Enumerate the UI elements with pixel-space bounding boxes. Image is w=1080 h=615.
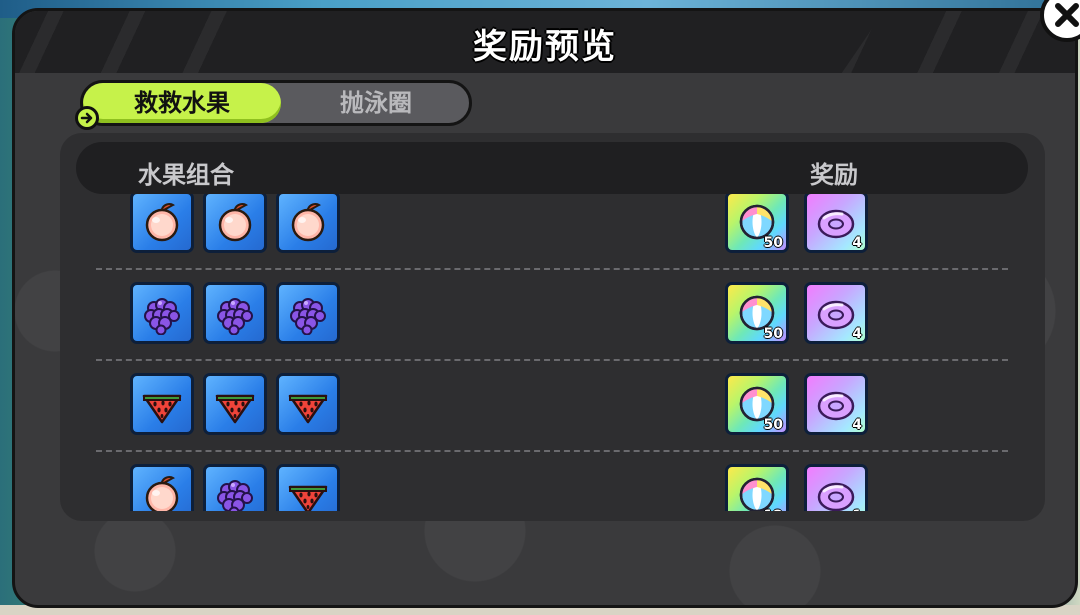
reward-tile[interactable]: 1 — [804, 464, 868, 511]
table-row: 50 4 — [60, 359, 1045, 452]
table-row: 50 4 — [60, 268, 1045, 361]
reward-tile[interactable]: 50 — [725, 282, 789, 344]
fruit-tile — [276, 373, 340, 435]
reward-quantity: 4 — [852, 326, 862, 342]
watermelon-icon — [140, 382, 184, 426]
watermelon-icon — [286, 382, 330, 426]
watermelon-icon — [286, 473, 330, 511]
reward-tile[interactable]: 4 — [804, 282, 868, 344]
grape-icon — [213, 473, 257, 511]
reward-quantity: 1 — [852, 508, 862, 511]
fruit-tile — [130, 373, 194, 435]
arrow-icon — [75, 106, 99, 130]
reward-quantity: 50 — [763, 235, 783, 251]
fruit-tile — [130, 464, 194, 511]
tab-throw-ring[interactable]: 抛泳圈 — [283, 83, 469, 123]
fruit-tile — [203, 194, 267, 253]
swim-ring-icon — [814, 473, 858, 511]
reward-quantity: 50 — [763, 326, 783, 342]
close-icon — [1055, 3, 1079, 27]
table-row: 50 4 — [60, 194, 1045, 270]
reward-tile[interactable]: 50 — [725, 194, 789, 253]
fruit-tile — [203, 373, 267, 435]
table-row: 12 1 — [60, 450, 1045, 511]
fruit-tile — [276, 194, 340, 253]
dialog-header: 奖励预览 — [15, 11, 1075, 73]
peach-icon — [140, 200, 184, 244]
reward-list[interactable]: 50 4 50 4 50 4 12 1 — [60, 194, 1045, 511]
fruit-tile — [203, 282, 267, 344]
reward-quantity: 4 — [852, 235, 862, 251]
peach-icon — [140, 473, 184, 511]
grape-icon — [140, 291, 184, 335]
reward-tile[interactable]: 50 — [725, 373, 789, 435]
column-header-reward: 奖励 — [810, 161, 858, 189]
peach-icon — [286, 200, 330, 244]
reward-quantity: 4 — [852, 417, 862, 433]
dialog-title: 奖励预览 — [473, 27, 617, 67]
column-header-fruit-combo: 水果组合 — [138, 161, 234, 189]
peach-icon — [213, 200, 257, 244]
fruit-tile — [276, 282, 340, 344]
reward-tile[interactable]: 12 — [725, 464, 789, 511]
reward-tile[interactable]: 4 — [804, 373, 868, 435]
fruit-tile — [130, 194, 194, 253]
fruit-tile — [130, 282, 194, 344]
fruit-tile — [203, 464, 267, 511]
tab-save-fruit[interactable]: 救救水果 — [83, 83, 281, 123]
tab-bar: 救救水果 抛泳圈 — [80, 80, 472, 126]
grape-icon — [213, 291, 257, 335]
reward-quantity: 50 — [763, 417, 783, 433]
reward-tile[interactable]: 4 — [804, 194, 868, 253]
fruit-tile — [276, 464, 340, 511]
reward-quantity: 12 — [764, 508, 783, 511]
watermelon-icon — [213, 382, 257, 426]
grape-icon — [286, 291, 330, 335]
beach-ball-icon — [735, 473, 779, 511]
